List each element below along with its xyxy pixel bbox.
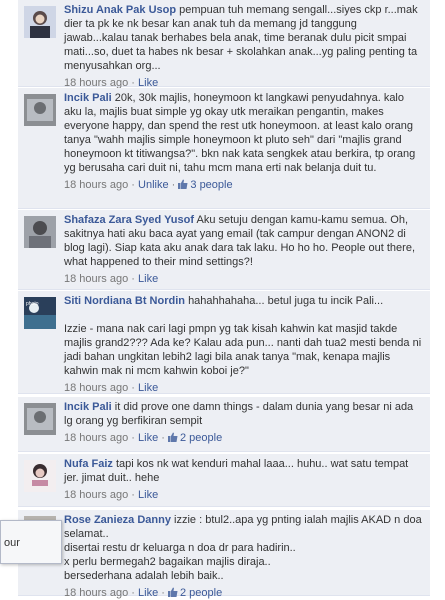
likes-count: 2 people xyxy=(180,587,223,599)
svg-text:photo: photo xyxy=(26,301,39,307)
comment-author[interactable]: Nufa Faiz xyxy=(64,458,113,470)
comment-meta: 18 hours ago · Like · 2 people xyxy=(64,587,223,599)
overlay-popup[interactable]: our xyxy=(0,520,62,564)
comment-item: Incik Pali 20k, 30k majlis, honeymoon kt… xyxy=(18,88,430,209)
comment-text: tapi kos nk wat kenduri mahal laaa... hu… xyxy=(64,458,409,484)
comment-item: photo Siti Nordiana Bt Nordin hahahhahah… xyxy=(18,291,430,394)
like-link[interactable]: Like xyxy=(138,587,158,599)
comment-text: hahahhahaha... betul juga tu incik Pali.… xyxy=(64,295,422,377)
like-link[interactable]: Like xyxy=(138,273,158,285)
likes-count-link[interactable]: 2 people xyxy=(168,587,222,599)
comment-item: Shafaza Zara Syed Yusof Aku setuju denga… xyxy=(18,210,430,290)
likes-count: 2 people xyxy=(180,432,223,444)
thumbs-up-icon xyxy=(168,432,178,442)
comment-timestamp: 18 hours ago xyxy=(64,432,129,444)
comment-meta: 18 hours ago · Unlike · 3 people xyxy=(64,179,233,191)
likes-count: 3 people xyxy=(190,179,233,191)
comment-item: Rose Zanieza Danny izzie : btul2..apa yg… xyxy=(18,510,430,599)
unlike-link[interactable]: Unlike xyxy=(138,179,169,191)
comment-author[interactable]: Incik Pali xyxy=(64,401,112,413)
avatar[interactable] xyxy=(24,216,56,248)
comment-timestamp: 18 hours ago xyxy=(64,179,129,191)
comment-item: Shizu Anak Pak Usop pempuan tuh memang s… xyxy=(18,0,430,89)
likes-count-link[interactable]: 3 people xyxy=(178,179,233,191)
comment-author[interactable]: Shizu Anak Pak Usop xyxy=(64,4,176,16)
comment-text: it did prove one damn things - dalam dun… xyxy=(64,401,414,427)
comment-timestamp: 18 hours ago xyxy=(64,489,129,501)
comment-meta: 18 hours ago · Like · 2 people xyxy=(64,432,223,444)
comment-text: 20k, 30k majlis, honeymoon kt langkawi p… xyxy=(64,92,416,174)
avatar[interactable] xyxy=(24,403,56,435)
comment-author[interactable]: Siti Nordiana Bt Nordin xyxy=(64,295,185,307)
thumbs-up-icon xyxy=(178,179,188,189)
comment-meta: 18 hours ago · Like xyxy=(64,489,159,501)
avatar[interactable] xyxy=(24,6,56,38)
comment-author[interactable]: Rose Zanieza Danny xyxy=(64,514,171,526)
comment-timestamp: 18 hours ago xyxy=(64,587,129,599)
comment-meta: 18 hours ago · Like xyxy=(64,382,159,394)
comment-meta: 18 hours ago · Like xyxy=(64,273,159,285)
like-link[interactable]: Like xyxy=(138,382,158,394)
avatar[interactable]: photo xyxy=(24,297,56,329)
avatar[interactable] xyxy=(24,460,56,492)
popup-text: our xyxy=(4,537,20,549)
comment-timestamp: 18 hours ago xyxy=(64,273,129,285)
comment-timestamp: 18 hours ago xyxy=(64,382,129,394)
avatar[interactable] xyxy=(24,94,56,126)
comment-item: Incik Pali it did prove one damn things … xyxy=(18,397,430,452)
comment-author[interactable]: Incik Pali xyxy=(64,92,112,104)
comment-author[interactable]: Shafaza Zara Syed Yusof xyxy=(64,214,194,226)
like-link[interactable]: Like xyxy=(138,489,158,501)
like-link[interactable]: Like xyxy=(138,432,158,444)
comment-item: Nufa Faiz tapi kos nk wat kenduri mahal … xyxy=(18,454,430,507)
likes-count-link[interactable]: 2 people xyxy=(168,432,222,444)
